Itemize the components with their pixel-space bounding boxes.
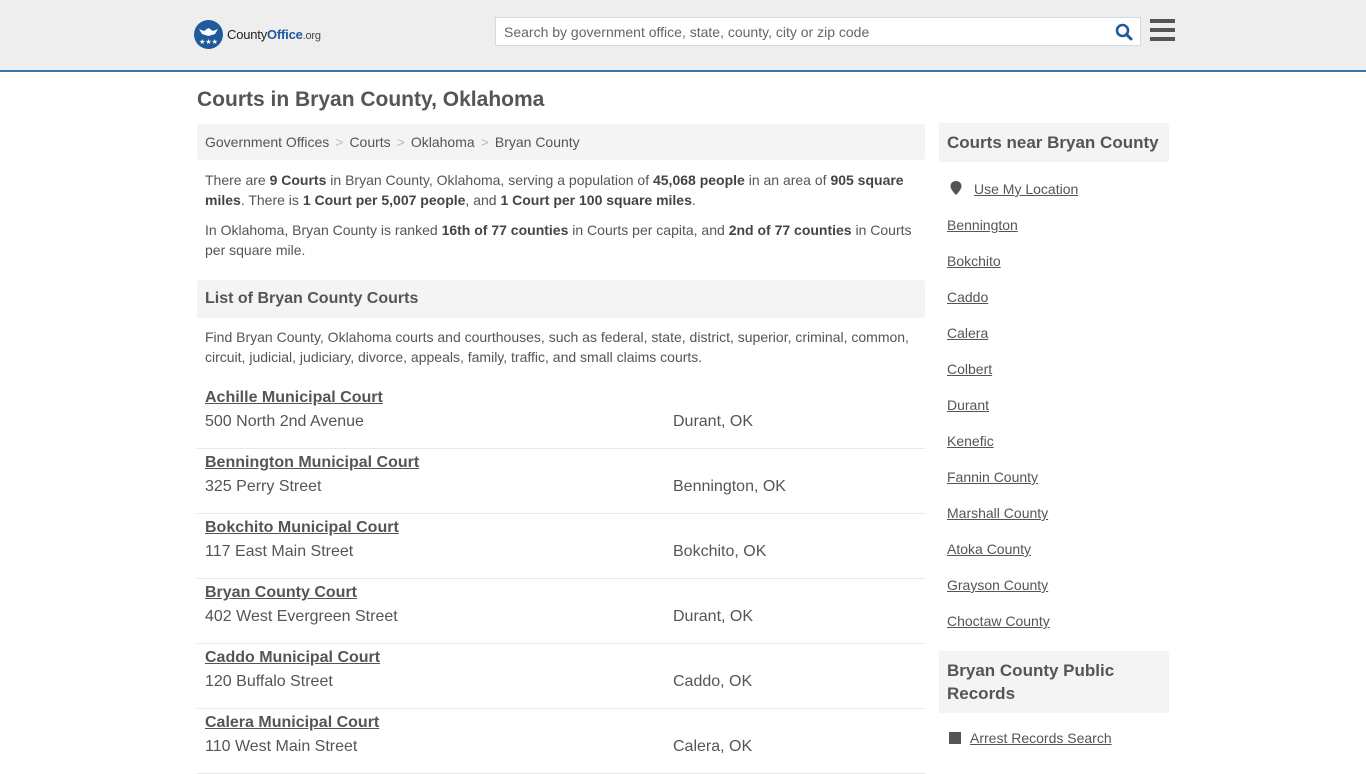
nearby-link[interactable]: Atoka County	[947, 541, 1031, 557]
breadcrumb-separator: >	[480, 134, 489, 150]
court-name-link[interactable]: Bokchito Municipal Court	[205, 519, 399, 537]
courts-list: Achille Municipal Court 500 North 2nd Av…	[197, 384, 925, 774]
svg-text:★★★: ★★★	[199, 38, 218, 46]
court-item: Bennington Municipal Court 325 Perry Str…	[197, 449, 925, 514]
nearby-link[interactable]: Kenefic	[947, 433, 994, 449]
search-input[interactable]	[496, 18, 1108, 45]
court-item: Caddo Municipal Court 120 Buffalo Street…	[197, 644, 925, 709]
court-name-link[interactable]: Achille Municipal Court	[205, 389, 383, 407]
nearby-item: Calera	[947, 323, 1169, 359]
nearby-item: Choctaw County	[947, 611, 1169, 647]
page-title: Courts in Bryan County, Oklahoma	[197, 88, 545, 111]
nearby-item: Caddo	[947, 287, 1169, 323]
court-address: 117 East Main Street	[205, 543, 354, 560]
court-address: 500 North 2nd Avenue	[205, 413, 364, 430]
court-address: 110 West Main Street	[205, 738, 358, 755]
nearby-link[interactable]: Grayson County	[947, 577, 1048, 593]
court-city: Bokchito, OK	[673, 543, 767, 560]
site-header: ★★★ CountyOffice.org	[0, 0, 1366, 72]
nearby-link[interactable]: Calera	[947, 325, 988, 341]
nearby-item: Fannin County	[947, 467, 1169, 503]
nearby-link[interactable]: Caddo	[947, 289, 988, 305]
search-button[interactable]	[1108, 18, 1140, 45]
main-content: Government Offices > Courts > Oklahoma >…	[197, 124, 925, 774]
court-name-link[interactable]: Caddo Municipal Court	[205, 649, 380, 667]
summary-stats: There are 9 Courts in Bryan County, Okla…	[205, 172, 904, 208]
court-name-link[interactable]: Calera Municipal Court	[205, 714, 379, 732]
nearby-item: Bennington	[947, 215, 1169, 251]
nearby-item: Durant	[947, 395, 1169, 431]
court-item: Calera Municipal Court 110 West Main Str…	[197, 709, 925, 774]
court-item: Achille Municipal Court 500 North 2nd Av…	[197, 384, 925, 449]
summary-ranking: In Oklahoma, Bryan County is ranked 16th…	[205, 222, 912, 258]
court-address: 120 Buffalo Street	[205, 673, 333, 690]
breadcrumb-separator: >	[335, 134, 344, 150]
nearby-link[interactable]: Bokchito	[947, 253, 1001, 269]
public-records-heading: Bryan County Public Records	[939, 651, 1169, 713]
eagle-logo-icon: ★★★	[194, 20, 223, 49]
court-name-link[interactable]: Bryan County Court	[205, 584, 357, 602]
arrest-records-link[interactable]: Arrest Records Search	[970, 730, 1112, 746]
nearby-link[interactable]: Bennington	[947, 217, 1018, 233]
court-item: Bokchito Municipal Court 117 East Main S…	[197, 514, 925, 579]
nearby-link[interactable]: Colbert	[947, 361, 992, 377]
search-icon	[1115, 23, 1133, 40]
court-city: Bennington, OK	[673, 478, 786, 495]
hamburger-menu-icon[interactable]	[1150, 19, 1175, 41]
nearby-link[interactable]: Marshall County	[947, 505, 1048, 521]
court-city: Durant, OK	[673, 608, 754, 625]
breadcrumb-separator: >	[396, 134, 405, 150]
nearby-courts-list: Use My Location Bennington Bokchito Cadd…	[939, 179, 1169, 647]
nearby-courts-heading: Courts near Bryan County	[939, 123, 1169, 162]
nearby-item: Marshall County	[947, 503, 1169, 539]
sidebar: Courts near Bryan County Use My Location…	[939, 123, 1169, 746]
court-city: Calera, OK	[673, 738, 753, 755]
nearby-link[interactable]: Fannin County	[947, 469, 1038, 485]
breadcrumb-courts[interactable]: Courts	[349, 134, 390, 150]
records-item: Arrest Records Search	[939, 730, 1169, 746]
logo-text: CountyOffice.org	[227, 27, 321, 42]
breadcrumb: Government Offices > Courts > Oklahoma >…	[197, 124, 925, 160]
court-address: 325 Perry Street	[205, 478, 322, 495]
search-bar	[495, 17, 1141, 46]
nearby-item: Colbert	[947, 359, 1169, 395]
use-location-item: Use My Location	[947, 179, 1169, 215]
use-my-location-link[interactable]: Use My Location	[974, 181, 1078, 197]
courts-list-heading: List of Bryan County Courts	[197, 280, 925, 318]
nearby-item: Bokchito	[947, 251, 1169, 287]
site-logo[interactable]: ★★★ CountyOffice.org	[194, 20, 321, 49]
breadcrumb-bryan-county[interactable]: Bryan County	[495, 134, 580, 150]
court-address: 402 West Evergreen Street	[205, 608, 398, 625]
nearby-link[interactable]: Durant	[947, 397, 989, 413]
courts-list-intro: Find Bryan County, Oklahoma courts and c…	[205, 329, 909, 365]
breadcrumb-oklahoma[interactable]: Oklahoma	[411, 134, 475, 150]
nearby-item: Atoka County	[947, 539, 1169, 575]
map-marker-icon	[950, 181, 962, 195]
nearby-item: Grayson County	[947, 575, 1169, 611]
breadcrumb-government-offices[interactable]: Government Offices	[205, 134, 329, 150]
nearby-link[interactable]: Choctaw County	[947, 613, 1050, 629]
court-city: Durant, OK	[673, 413, 754, 430]
court-name-link[interactable]: Bennington Municipal Court	[205, 454, 419, 472]
court-item: Bryan County Court 402 West Evergreen St…	[197, 579, 925, 644]
square-bullet-icon	[949, 732, 961, 744]
nearby-item: Kenefic	[947, 431, 1169, 467]
court-city: Caddo, OK	[673, 673, 753, 690]
